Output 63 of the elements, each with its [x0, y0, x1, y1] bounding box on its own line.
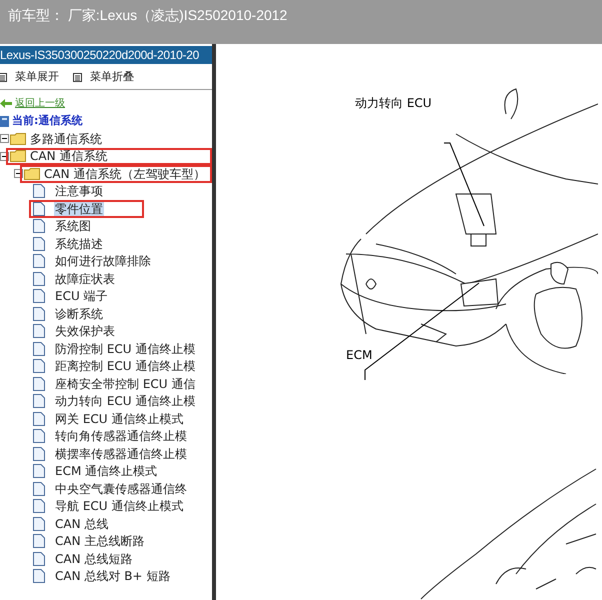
page-icon — [33, 236, 45, 251]
page-icon — [33, 499, 45, 514]
page-icon — [33, 184, 45, 198]
tree-item[interactable]: ECU 端子 — [54, 287, 109, 306]
folder-icon — [10, 150, 26, 162]
tree-item[interactable]: 系统图 — [54, 217, 92, 236]
page-icon — [33, 272, 45, 286]
page-icon — [33, 482, 45, 496]
tree-item[interactable]: 动力转向 ECU 通信终止模 — [54, 392, 196, 410]
tree-item[interactable]: 转向角传感器通信终止模 — [54, 427, 188, 446]
tree-item[interactable]: 中央空气囊传感器通信终 — [54, 480, 188, 498]
page-icon — [33, 219, 45, 234]
tree-item[interactable]: 注意事项 — [54, 182, 104, 200]
folder-icon — [10, 132, 26, 145]
tree-folder-item[interactable]: CAN 通信系统（左驾驶车型） — [44, 164, 206, 183]
current-model-title: 前车型： 厂家:Lexus（凌志)IS2502010-2012 — [8, 6, 288, 25]
tree-item[interactable]: 横摆率传感器通信终止模 — [54, 444, 188, 463]
page-icon — [33, 342, 45, 356]
back-arrow-icon — [0, 99, 12, 108]
folder-icon — [24, 168, 40, 180]
menu-button[interactable]: 菜单展开 — [0, 69, 59, 86]
tree-item[interactable]: 系统描述 — [54, 234, 104, 253]
page-icon — [33, 394, 45, 408]
collapse-icon[interactable] — [0, 134, 9, 144]
page-icon — [33, 446, 45, 461]
tree-item[interactable]: 防滑控制 ECU 通信终止模 — [54, 340, 196, 358]
page-icon — [33, 464, 45, 478]
tree-item[interactable]: 诊断系统 — [54, 304, 104, 323]
page-icon — [33, 429, 45, 444]
page-icon — [33, 359, 45, 374]
tree-item[interactable]: ECM 通信终止模式 — [54, 462, 158, 480]
list-icon — [73, 73, 82, 82]
page-icon — [33, 516, 45, 531]
page-icon — [33, 569, 45, 584]
tree-item[interactable]: CAN 总线 — [54, 514, 110, 533]
page-icon — [33, 376, 45, 391]
tree-item[interactable]: 导航 ECU 通信终止模式 — [54, 497, 184, 516]
diagram-label: 动力转向 ECU — [355, 95, 432, 112]
book-icon — [0, 116, 9, 127]
back-link[interactable]: 返回上一级 — [15, 96, 65, 112]
tree-folder-item[interactable]: CAN 通信系统 — [30, 147, 108, 166]
tree-item[interactable]: 故障症状表 — [54, 270, 116, 288]
page-icon — [33, 254, 45, 268]
page-icon — [33, 534, 45, 548]
tree-item[interactable]: CAN 总线对 B+ 短路 — [54, 567, 172, 586]
tree-item[interactable]: 距离控制 ECU 通信终止模 — [54, 357, 196, 376]
page-icon — [33, 202, 45, 216]
tree-item[interactable]: 网关 ECU 通信终止模式 — [54, 410, 184, 428]
tree-item[interactable]: 如何进行故障排除 — [54, 252, 152, 270]
tree-item[interactable]: 失效保护表 — [54, 322, 116, 340]
page-icon — [33, 306, 45, 321]
page-icon — [33, 289, 45, 304]
page-icon — [33, 552, 45, 566]
diagram-label: ECM — [346, 347, 372, 364]
tree-item[interactable]: CAN 总线短路 — [54, 550, 134, 568]
menu-button[interactable]: 菜单折叠 — [73, 69, 134, 86]
page-icon — [33, 412, 45, 426]
tree-item[interactable]: 座椅安全带控制 ECU 通信 — [54, 374, 196, 393]
tree-folder-item[interactable]: 多路通信系统 — [30, 130, 102, 148]
current-location: 当前:通信系统 — [12, 113, 82, 129]
tree-item[interactable]: CAN 主总线断路 — [54, 532, 146, 550]
panel-title: Lexus-IS350300250220d200d-2010-20 — [0, 46, 212, 64]
page-icon — [33, 324, 45, 338]
